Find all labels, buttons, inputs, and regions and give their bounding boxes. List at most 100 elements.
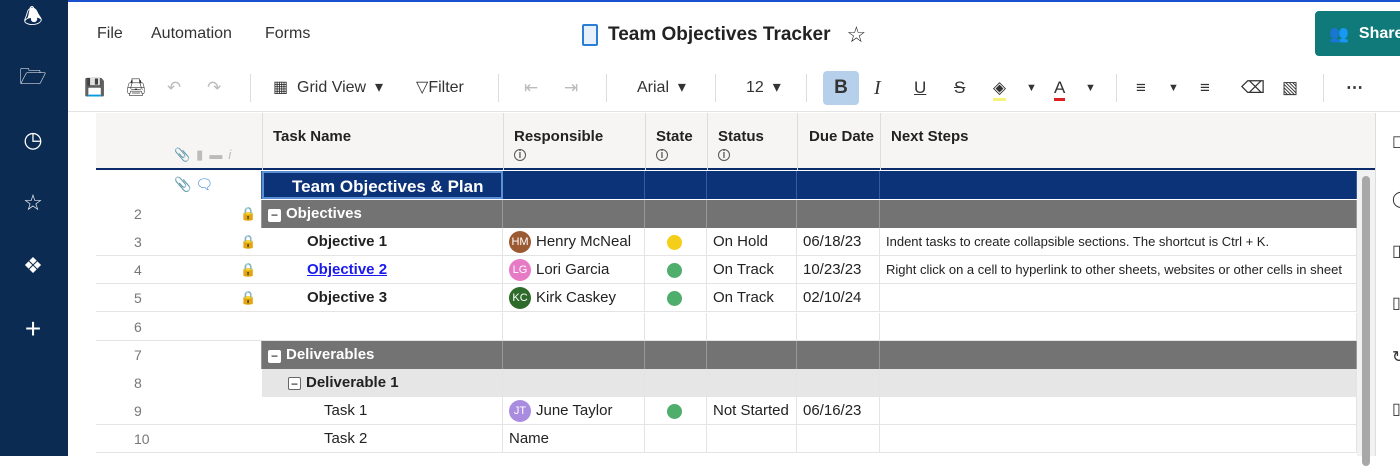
left-nav: 🕭 🗁 ◷ ☆ ❖ + [0, 0, 68, 456]
share-button[interactable]: 👥 Share [1315, 11, 1400, 56]
col-state[interactable]: State i [645, 113, 693, 170]
col-due-date[interactable]: Due Date [797, 113, 874, 170]
task-cell[interactable]: Task 1 [262, 397, 503, 425]
banner-title[interactable]: Team Objectives & Plan [262, 171, 503, 199]
fill-color-icon[interactable]: ◈ [993, 75, 1007, 101]
table-row[interactable]: 4 🔒 Objective 2 LG Lori Garcia On Track 10… [96, 256, 1357, 284]
task-cell[interactable]: Objective 3 [262, 284, 503, 312]
info-icon[interactable]: i [656, 149, 668, 161]
info-icon[interactable]: i [718, 149, 730, 161]
status-cell[interactable]: On Hold [707, 228, 797, 256]
folder-icon[interactable]: 🗁 [18, 62, 48, 92]
proofs-icon[interactable]: ◫ [1392, 241, 1400, 261]
table-row[interactable]: 9 Task 1 JT June Taylor Not Started 06/16… [96, 397, 1357, 425]
table-row[interactable]: 5 🔒 Objective 3 KC Kirk Caskey On Track 02… [96, 284, 1357, 312]
status-cell[interactable]: Not Started [707, 397, 797, 425]
task-cell[interactable]: Task 2 [262, 425, 503, 453]
task-cell[interactable]: Objective 2 [262, 256, 503, 284]
fill-color-dropdown[interactable]: ▼ [1026, 75, 1037, 101]
align-dropdown[interactable]: ▼ [1168, 75, 1179, 101]
underline-button[interactable]: U [914, 75, 926, 101]
apps-icon[interactable]: ❖ [18, 251, 48, 281]
table-row[interactable]: 7 − Deliverables [96, 341, 1357, 369]
bell-icon[interactable]: 🕭 [18, 2, 48, 32]
bold-button[interactable]: B [823, 71, 859, 105]
next-steps-cell[interactable]: Indent tasks to create collapsible secti… [880, 228, 1357, 256]
task-cell[interactable]: − Deliverable 1 [262, 369, 503, 397]
lock-icon: 🔒 [240, 262, 257, 277]
collapse-icon[interactable]: − [288, 377, 301, 390]
attachment-comment-icons[interactable]: 📎 🗨 [174, 176, 213, 193]
outdent-icon[interactable]: ⇤ [524, 75, 538, 101]
table-row[interactable]: 10 Task 2 Name [96, 425, 1357, 453]
eraser-icon[interactable]: ⌫ [1241, 75, 1265, 101]
strikethrough-button[interactable]: S [954, 75, 965, 101]
publish-icon[interactable]: ▯ [1392, 399, 1400, 419]
scrollbar-thumb[interactable] [1362, 176, 1370, 466]
state-cell[interactable] [645, 284, 707, 312]
next-steps-cell[interactable]: Right click on a cell to hyperlink to ot… [880, 256, 1357, 284]
filter-button[interactable]: ▽Filter [416, 75, 464, 101]
yellow-status-dot [667, 234, 682, 250]
status-cell[interactable]: On Track [707, 256, 797, 284]
responsible-cell[interactable]: LG Lori Garcia [503, 256, 645, 284]
italic-button[interactable]: I [874, 75, 881, 101]
due-date-cell[interactable]: 02/10/24 [797, 284, 880, 312]
save-icon[interactable]: 💾 [84, 75, 105, 101]
grid-view-dropdown[interactable]: ▦ Grid View ▾ [273, 75, 383, 101]
collapse-icon[interactable]: − [268, 350, 281, 363]
clock-icon[interactable]: ◷ [18, 125, 48, 155]
responsible-cell[interactable]: HM Henry McNeal [503, 228, 645, 256]
menu-automation[interactable]: Automation [151, 25, 232, 43]
responsible-cell[interactable]: JT June Taylor [503, 397, 645, 425]
summary-icon[interactable]: ▯ [1392, 293, 1400, 313]
undo-icon[interactable]: ↶ [167, 75, 181, 101]
col-task-name[interactable]: Task Name [262, 113, 351, 170]
table-row[interactable]: 6 [96, 313, 1357, 341]
next-steps-cell[interactable] [880, 397, 1357, 425]
align-icon[interactable]: ≡ [1136, 75, 1146, 101]
task-cell[interactable]: − Objectives [262, 200, 503, 228]
table-row[interactable]: 2 🔒 − Objectives [96, 200, 1357, 228]
table-row[interactable]: 3 🔒 Objective 1 HM Henry McNeal On Hold 06… [96, 228, 1357, 256]
due-date-cell[interactable]: 06/16/23 [797, 397, 880, 425]
activity-icon[interactable]: ↻ [1392, 347, 1400, 367]
col-next-steps[interactable]: Next Steps [880, 113, 969, 170]
plus-icon[interactable]: + [18, 314, 48, 344]
due-date-cell[interactable]: 10/23/23 [797, 256, 880, 284]
table-row[interactable]: 8 − Deliverable 1 [96, 369, 1357, 397]
favorite-star-icon[interactable]: ☆ [847, 22, 867, 48]
task-cell[interactable]: − Deliverables [262, 341, 503, 369]
collapse-icon[interactable]: − [268, 209, 281, 222]
attachments-icon[interactable]: ◯ [1392, 189, 1400, 209]
redo-icon[interactable]: ↷ [207, 75, 221, 101]
state-cell[interactable] [645, 256, 707, 284]
font-dropdown[interactable]: Arial ▾ [637, 75, 686, 101]
wrap-text-icon[interactable]: ≡ [1200, 75, 1210, 101]
status-cell[interactable]: On Track [707, 284, 797, 312]
indent-icon[interactable]: ⇥ [564, 75, 578, 101]
star-icon[interactable]: ☆ [18, 188, 48, 218]
state-cell[interactable] [645, 397, 707, 425]
more-icon[interactable]: ⋯ [1346, 75, 1363, 101]
task-cell[interactable]: Objective 1 [262, 228, 503, 256]
state-cell[interactable] [645, 228, 707, 256]
menu-forms[interactable]: Forms [265, 25, 310, 43]
responsible-cell[interactable]: Name [503, 425, 645, 453]
objective-2-link[interactable]: Objective 2 [307, 261, 387, 278]
font-size-dropdown[interactable]: 12 ▾ [746, 75, 781, 101]
next-steps-cell[interactable] [880, 284, 1357, 312]
due-date-cell[interactable]: 06/18/23 [797, 228, 880, 256]
responsible-cell[interactable]: KC Kirk Caskey [503, 284, 645, 312]
menu-file[interactable]: File [97, 25, 123, 43]
col-status[interactable]: Status i [707, 113, 764, 170]
text-color-dropdown[interactable]: ▼ [1085, 75, 1096, 101]
format-painter-icon[interactable]: ▧ [1282, 75, 1298, 101]
text-color-icon[interactable]: A [1054, 75, 1066, 101]
print-icon[interactable]: 🖨 [125, 75, 147, 101]
comments-icon[interactable]: ☐ [1392, 133, 1400, 153]
col-responsible[interactable]: Responsible i [503, 113, 603, 170]
info-icon[interactable]: i [514, 149, 526, 161]
vertical-scrollbar[interactable] [1357, 170, 1375, 466]
table-row[interactable]: 1 📎 🗨 Team Objectives & Plan [96, 171, 1357, 199]
